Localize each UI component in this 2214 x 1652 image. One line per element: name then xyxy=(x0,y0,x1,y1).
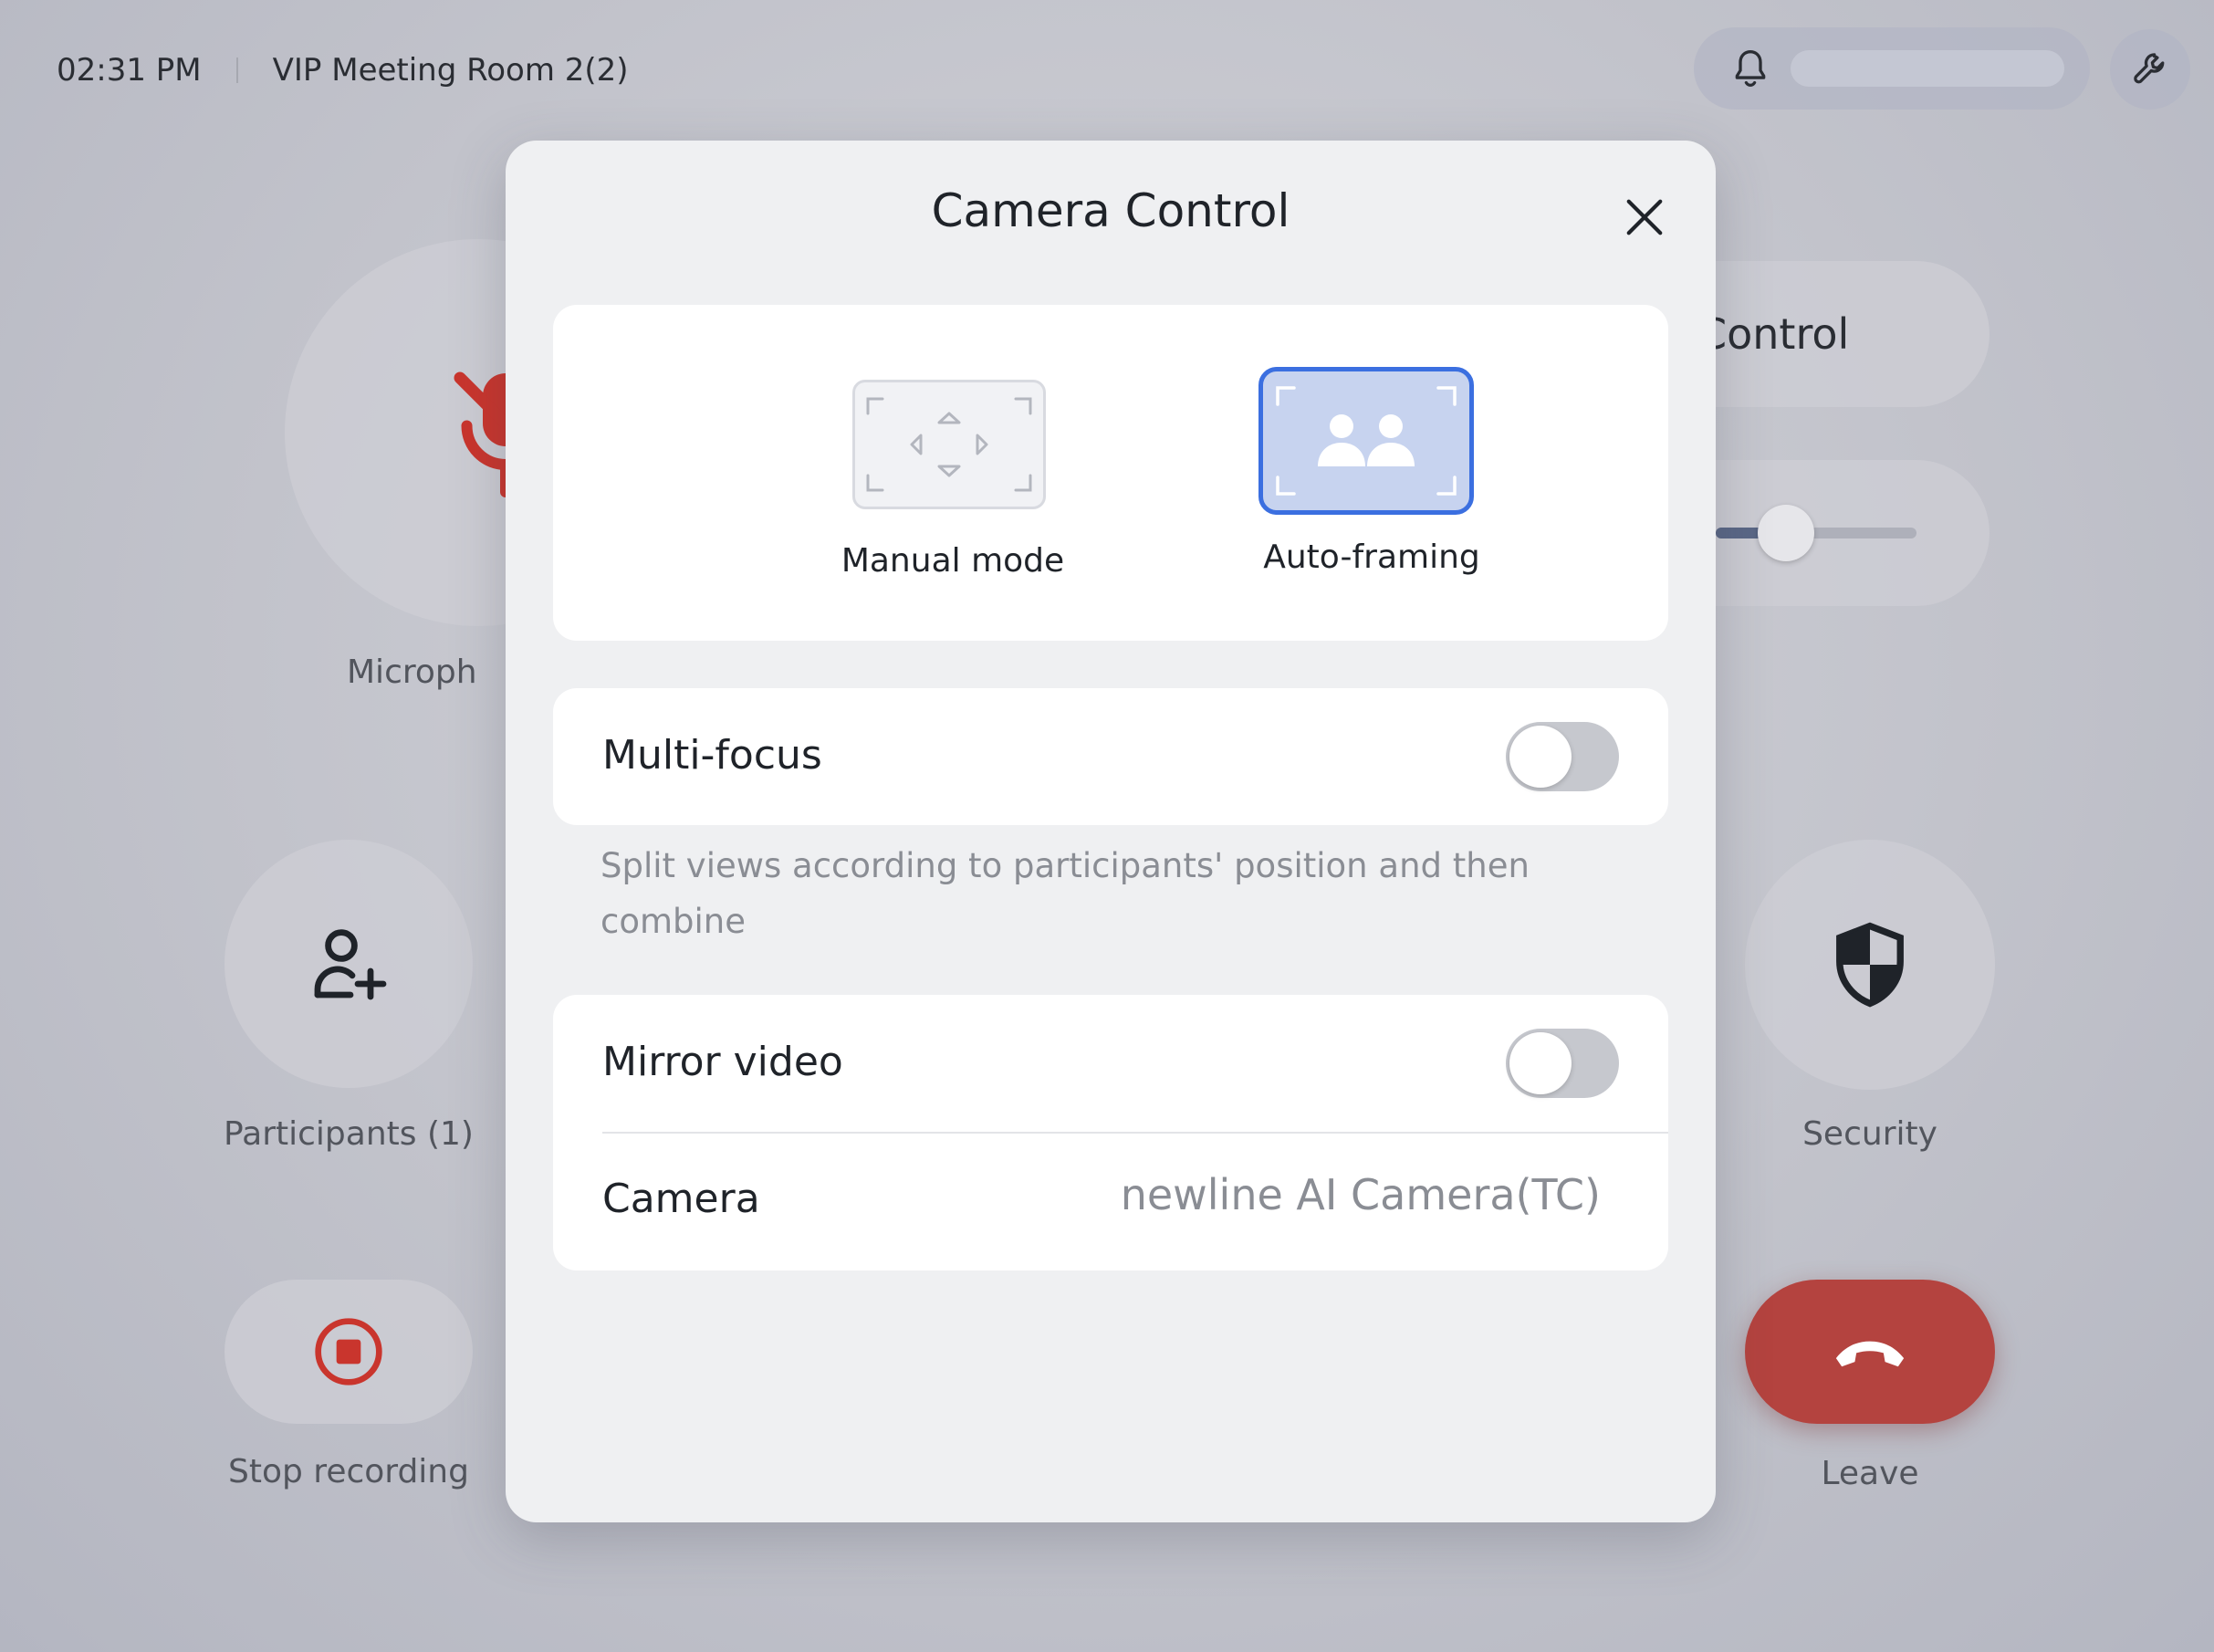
close-button[interactable] xyxy=(1615,188,1674,246)
mirror-video-label: Mirror video xyxy=(602,1039,843,1085)
hang-up-icon xyxy=(1835,1341,1905,1367)
row-divider xyxy=(602,1132,1668,1134)
camera-control-dialog: Camera Control Manual mode Auto-framing … xyxy=(506,141,1716,1522)
leave-label: Leave xyxy=(1821,1455,1919,1492)
stop-recording-button[interactable] xyxy=(225,1280,473,1424)
clock-time: 02:31 PM xyxy=(57,52,202,89)
mode-selection-card: Manual mode Auto-framing xyxy=(553,305,1668,641)
settings-button[interactable] xyxy=(2110,29,2190,110)
shield-icon xyxy=(1836,922,1904,1008)
manual-mode-option[interactable]: Manual mode xyxy=(841,380,1064,580)
wrench-icon xyxy=(2134,53,2165,84)
security-button[interactable] xyxy=(1745,840,1995,1090)
multi-focus-toggle[interactable] xyxy=(1506,722,1619,791)
stop-record-icon xyxy=(315,1318,382,1385)
toggle-knob xyxy=(1509,726,1572,788)
volume-track xyxy=(1716,505,1916,561)
add-user-icon xyxy=(314,929,387,1000)
topbar-separator xyxy=(235,58,238,83)
mirror-video-toggle[interactable] xyxy=(1506,1029,1619,1098)
close-icon xyxy=(1626,199,1663,235)
camera-control-label: Control xyxy=(1697,309,1850,359)
multi-focus-label: Multi-focus xyxy=(602,732,822,779)
room-name: VIP Meeting Room 2(2) xyxy=(272,52,629,89)
participants-button[interactable] xyxy=(225,840,473,1088)
auto-framing-icon xyxy=(1276,386,1457,496)
video-settings-card: Mirror video Camera newline AI Camera(TC… xyxy=(553,995,1668,1270)
notification-placeholder xyxy=(1791,50,2064,87)
leave-button[interactable] xyxy=(1745,1280,1995,1424)
camera-label: Camera xyxy=(602,1176,760,1222)
multi-focus-description: Split views according to participants' p… xyxy=(600,846,1530,941)
manual-mode-thumbnail xyxy=(852,380,1046,509)
toggle-knob xyxy=(1509,1032,1572,1094)
volume-knob[interactable] xyxy=(1758,505,1814,561)
stop-recording-label: Stop recording xyxy=(228,1453,469,1490)
multi-focus-card: Multi-focus xyxy=(553,688,1668,825)
top-bar: 02:31 PM VIP Meeting Room 2(2) xyxy=(57,47,629,93)
notification-area[interactable] xyxy=(1694,27,2090,110)
auto-framing-option[interactable]: Auto-framing xyxy=(1258,367,1480,576)
bell-icon xyxy=(1735,50,1766,87)
camera-value[interactable]: newline AI Camera(TC) xyxy=(1121,1170,1601,1219)
dialog-title: Camera Control xyxy=(931,184,1290,237)
auto-framing-thumbnail xyxy=(1258,367,1474,515)
security-label: Security xyxy=(1802,1115,1937,1153)
manual-mode-icon xyxy=(866,397,1032,492)
manual-mode-label: Manual mode xyxy=(841,542,1065,580)
meeting-screen: 02:31 PM VIP Meeting Room 2(2) Microph P… xyxy=(0,0,2214,1652)
participants-label: Participants (1) xyxy=(224,1115,474,1153)
auto-framing-label: Auto-framing xyxy=(1263,538,1480,576)
